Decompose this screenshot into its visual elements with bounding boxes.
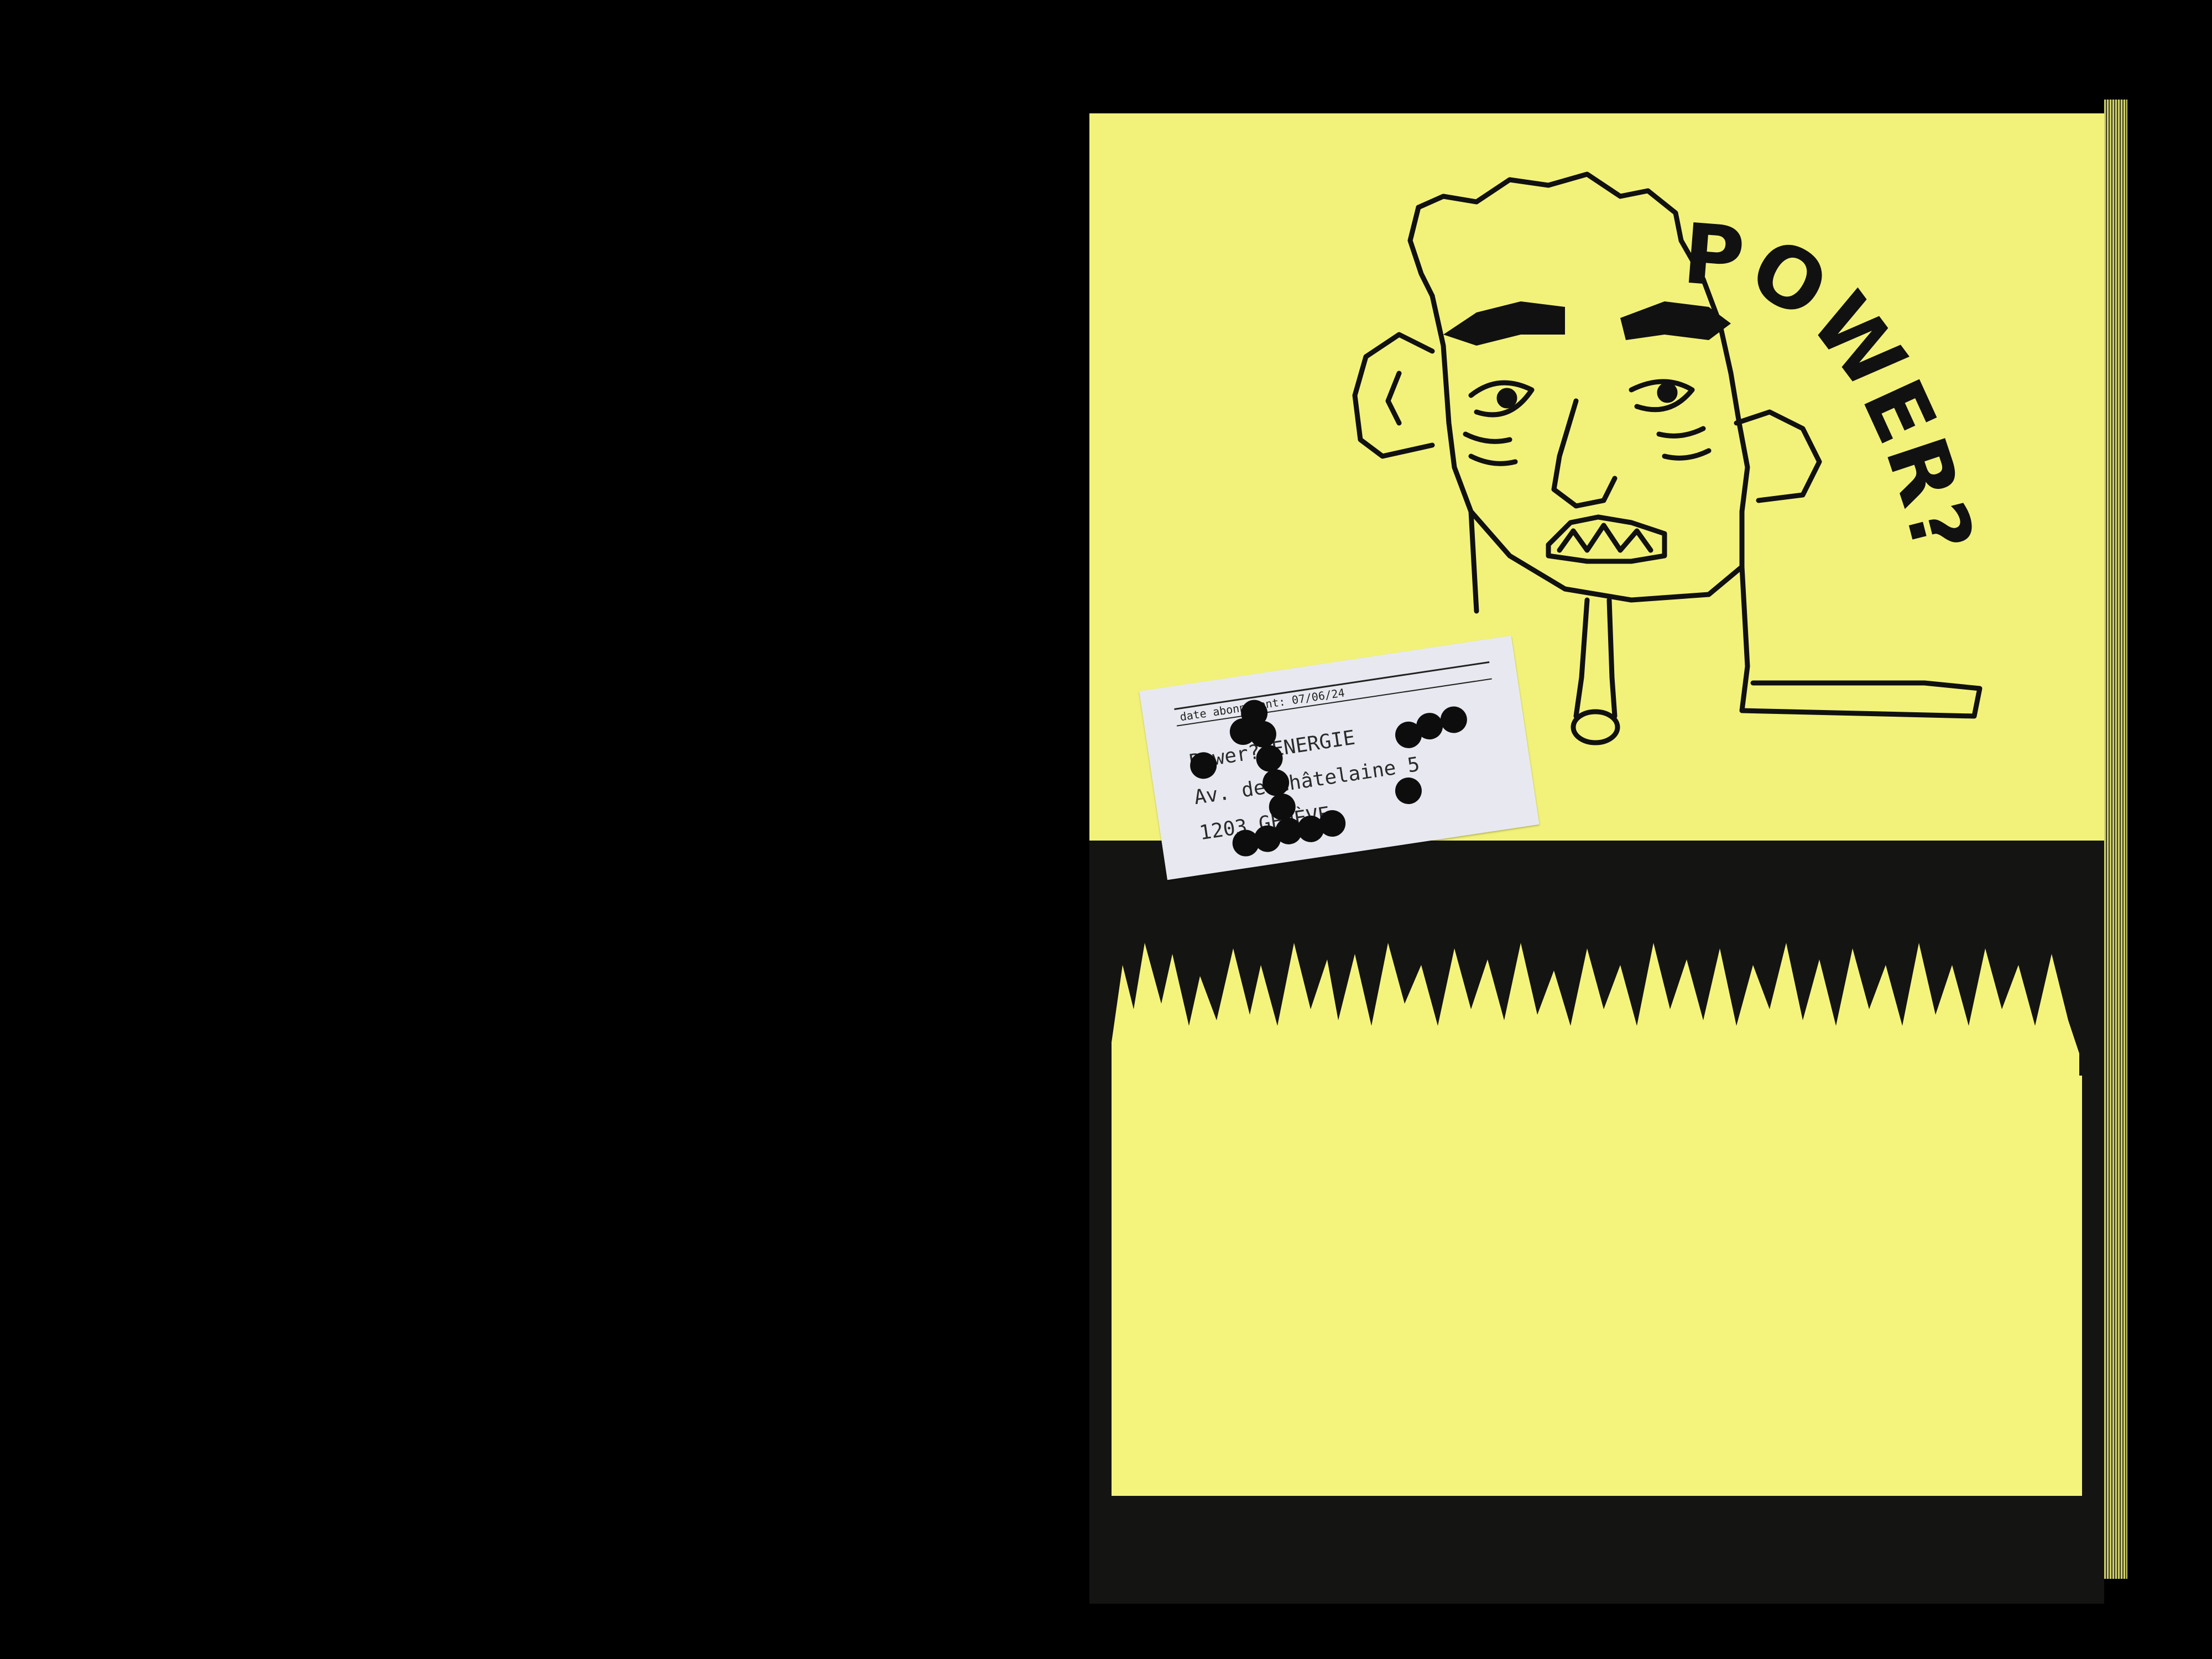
scan-background: POWER? ENERGIE date abonnement: 07/06/24… — [0, 0, 2212, 1659]
eyebrows — [1443, 301, 1731, 346]
energie-title: ENERGIE — [1126, 1102, 2067, 1547]
power-headline: POWER? — [1679, 206, 1991, 564]
flame-fringe — [1112, 943, 2079, 1087]
zine-page-edges — [2104, 100, 2127, 1579]
